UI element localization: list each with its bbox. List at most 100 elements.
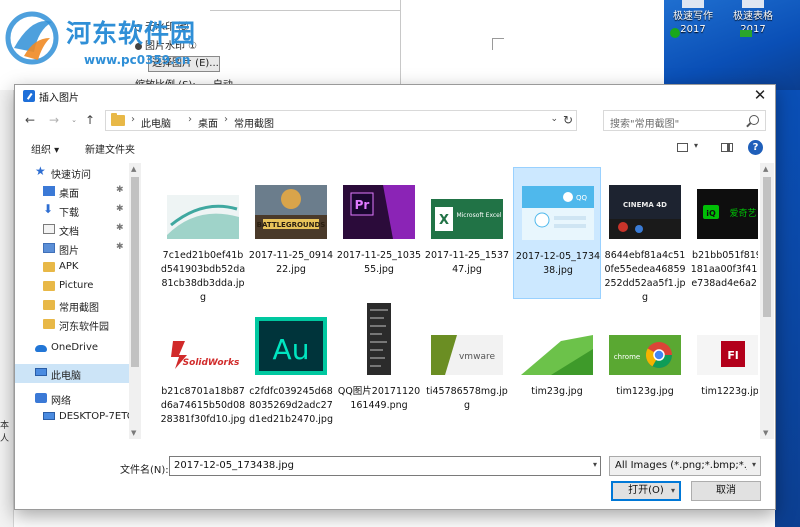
thumbnail-text: Microsoft Excel [456,212,501,219]
desktop-icon [43,186,55,196]
desktop-icon-sheets[interactable]: 极速表格 2017 [724,0,782,37]
thumbnail-text: 爱奇艺 [729,207,756,219]
title-bar: 插入图片 ✕ [15,85,775,107]
nav-item-this-pc[interactable]: 此电脑 [15,364,141,383]
nav-item-quick-access[interactable]: ★ 快速访问 [15,163,141,182]
refresh-icon[interactable]: ↻ [563,113,573,127]
chevron-down-icon[interactable]: ▾ [593,460,597,469]
breadcrumb-this-pc[interactable]: 此电脑 [141,115,171,130]
pin-icon: ✱ [116,185,124,195]
file-name: 2017-11-25_153747.jpg [424,250,510,275]
up-arrow-icon[interactable]: ↑ [83,113,97,127]
close-button[interactable]: ✕ [745,85,775,107]
file-thumbnail: Pr [343,185,415,239]
chevron-down-icon[interactable]: ▾ [752,460,756,469]
toolbar: 组织 ▾ 新建文件夹 ▾ ? [15,137,775,159]
filename-label: 文件名(N): [120,465,169,476]
file-item[interactable]: X Microsoft Excel 2017-11-25_153747.jpg [423,167,511,299]
scroll-up-icon[interactable]: ▲ [763,165,768,173]
chevron-right-icon[interactable]: › [188,114,192,125]
folder-icon [111,113,125,126]
file-name: QQ图片20171120161449.png [337,386,421,411]
file-item[interactable]: CINEMA 4D 8644ebf81a4c510fe55edea4685925… [601,167,689,303]
breadcrumb-screenshots[interactable]: 常用截图 [234,115,274,130]
change-view-button[interactable]: ▾ [677,141,703,155]
file-name: 8644ebf81a4c510fe55edea46859252dd52aa5f1… [604,250,686,303]
scrollbar-thumb[interactable] [763,177,771,317]
this-pc-icon [35,368,47,376]
search-icon[interactable] [749,115,759,125]
forward-arrow-icon[interactable]: → [47,113,61,127]
file-item[interactable]: BATTLEGROUNDS 2017-11-25_091422.jpg [247,167,335,299]
divider [210,10,400,11]
document-icon [43,224,55,234]
scrollbar-thumb[interactable] [131,177,139,367]
chevron-down-icon[interactable]: ▾ [671,482,675,500]
desktop-area: 极速写作 2017 极速表格 2017 [664,0,800,90]
nav-item-downloads[interactable]: ⬇ 下载 ✱ [15,201,141,220]
file-item-selected[interactable]: QQ 2017-12-05_173438.jpg [513,167,601,299]
nav-item-apk[interactable]: APK [15,258,141,277]
file-item[interactable]: vmware ti45786578mg.jpg [423,303,511,435]
new-folder-button[interactable]: 新建文件夹 [85,141,135,156]
nav-item-desktop-pc[interactable]: DESKTOP-7ETC [15,408,141,427]
navigation-bar: ← → ⌄ ↑ › 此电脑 › 桌面 › 常用截图 ⌄ ↻ 搜索"常用截图" [15,107,775,135]
search-input[interactable]: 搜索"常用截图" [610,115,679,130]
thumbnail-text: chrome [614,353,640,361]
watermark-url: www.pc0359.cn [84,53,191,67]
file-name: 2017-12-05_173438.jpg [515,251,601,276]
thumbnail-text: Au [273,333,310,366]
chevron-right-icon[interactable]: › [224,114,228,125]
recent-chevron-down-icon[interactable]: ⌄ [67,113,81,127]
help-icon[interactable]: ? [748,140,763,155]
file-item[interactable]: Fl tim1223g.jpg [689,303,758,435]
scroll-down-icon[interactable]: ▼ [763,429,768,437]
thumbnail-text: Pr [355,198,370,212]
file-item[interactable]: Pr 2017-11-25_103555.jpg [335,167,423,299]
dialog-title: 插入图片 [39,93,79,104]
file-item[interactable]: iQ 爱奇艺 b21bb051f81986181aa00f3f41ed2e738… [689,167,758,299]
scroll-up-icon[interactable]: ▲ [131,165,136,173]
file-item[interactable]: QQ图片20171120161449.png [335,303,423,435]
pin-icon: ✱ [116,242,124,252]
thumbnail-text: CINEMA 4D [623,201,667,209]
cancel-button[interactable]: 取消 [691,481,761,501]
organize-button[interactable]: 组织 ▾ [31,141,59,156]
desktop-icon-writer[interactable]: 极速写作 2017 [664,0,722,38]
folder-icon [43,262,55,272]
file-thumbnail: X Microsoft Excel [431,199,503,239]
folder-icon [43,319,55,329]
nav-item-network[interactable]: 网络 [15,389,141,408]
navigation-scrollbar[interactable]: ▲ ▼ [129,163,141,439]
nav-item-screenshots[interactable]: 常用截图 [15,296,141,315]
file-item[interactable]: tim23g.jpg [513,303,601,435]
chevron-right-icon[interactable]: › [131,114,135,125]
file-item[interactable]: 7c1ed21b0ef41bd541903bdb52da81cb38db3dda… [159,167,247,303]
nav-item-onedrive[interactable]: OneDrive [15,339,141,358]
chevron-down-icon[interactable]: ⌄ [550,114,558,124]
network-icon [35,393,47,403]
file-item[interactable]: SolidWorks b21c8701a18b87d6a74615b50d082… [159,303,247,435]
nav-item-pictures[interactable]: 图片 ✱ [15,239,141,258]
nav-item-documents[interactable]: 文档 ✱ [15,220,141,239]
filetype-select[interactable]: All Images (*.png;*.bmp;*.jp ▾ [609,456,761,476]
preview-pane-icon[interactable] [721,143,733,152]
navigation-pane: ★ 快速访问 桌面 ✱ ⬇ 下载 ✱ 文档 ✱ 图片 ✱ APK Picture… [15,163,141,439]
file-item[interactable]: Au c2fdfc039245d688035269d2adc27d1ed21b2… [247,303,335,435]
breadcrumb-desktop[interactable]: 桌面 [198,115,218,130]
file-item[interactable]: chrome tim123g.jpg [601,303,689,435]
download-icon: ⬇ [43,202,54,216]
open-button[interactable]: 打开(O) ▾ [611,481,681,501]
nav-item-hedong[interactable]: 河东软件园 [15,315,141,334]
scroll-down-icon[interactable]: ▼ [131,429,136,437]
search-box[interactable]: 搜索"常用截图" [603,110,766,131]
file-thumbnail: SolidWorks [167,335,239,375]
filename-field[interactable]: 2017-12-05_173438.jpg ▾ [169,456,601,476]
nav-item-desktop[interactable]: 桌面 ✱ [15,182,141,201]
back-arrow-icon[interactable]: ← [23,113,37,127]
file-thumbnail: Au [255,317,327,375]
nav-item-picture[interactable]: Picture [15,277,141,296]
filename-value[interactable]: 2017-12-05_173438.jpg [174,460,294,471]
address-bar[interactable]: › 此电脑 › 桌面 › 常用截图 ⌄ ↻ [105,110,577,131]
file-grid-scrollbar[interactable]: ▲ ▼ [760,163,774,439]
